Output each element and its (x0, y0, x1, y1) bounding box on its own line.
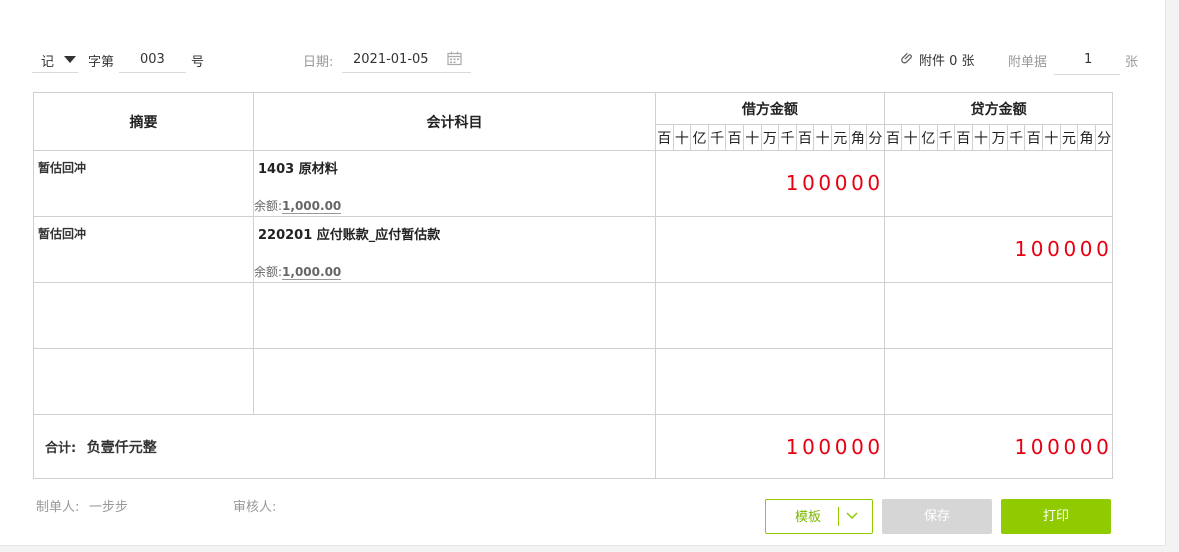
attached-docs-unit: 张 (1125, 55, 1139, 70)
credit-digit-5: 十 (971, 124, 991, 151)
debit-amount-cell[interactable] (655, 282, 885, 349)
debit-digit-9: 十 (813, 124, 832, 151)
attached-docs-input[interactable]: 1 (1054, 46, 1120, 75)
credit-digit-3: 千 (936, 124, 956, 151)
total-credit-cell: 100000 (883, 414, 1114, 479)
credit-digit-8: 百 (1024, 124, 1044, 151)
credit-digit-9: 十 (1042, 124, 1061, 151)
credit-digit-12: 分 (1094, 124, 1114, 151)
subject-cell[interactable] (253, 282, 656, 349)
subject-cell[interactable] (253, 348, 656, 415)
debit-digit-7: 千 (778, 124, 797, 151)
credit-digit-1: 十 (901, 124, 920, 151)
debit-digit-6: 万 (760, 124, 780, 151)
date-input[interactable]: 2021-01-05 (342, 44, 471, 73)
credit-header: 贷方金额 (883, 92, 1114, 125)
summary-header: 摘要 (33, 92, 254, 151)
subject-name: 1403 原材料 (258, 162, 338, 177)
table-row[interactable] (33, 282, 1114, 349)
debit-digit-11: 角 (848, 124, 868, 151)
total-cell: 合计: 负壹仟元整 (33, 414, 656, 479)
balance-label: 余额: (254, 265, 283, 279)
credit-amount-cell[interactable] (883, 150, 1114, 217)
summary-cell[interactable] (33, 348, 254, 415)
debit-amount-cell[interactable]: 100000 (655, 150, 885, 217)
subject-header: 会计科目 (253, 92, 656, 151)
credit-digit-0: 百 (883, 124, 903, 151)
voucher-type-select[interactable]: 记 (32, 44, 78, 73)
voucher-panel: 记 字第 003 号 日期: 2021-01-05 附件 0 张 附单据 1 张 (0, 0, 1166, 546)
attached-docs-count: 1 (1084, 52, 1093, 67)
credit-digit-10: 元 (1059, 124, 1079, 151)
debit-digit-4: 百 (725, 124, 744, 151)
number-suffix: 号 (191, 55, 205, 70)
debit-amount: 100000 (785, 171, 884, 195)
save-button[interactable]: 保存 (882, 499, 992, 534)
date-label: 日期: (303, 55, 334, 70)
credit-digit-6: 万 (989, 124, 1008, 151)
table-row[interactable] (33, 348, 1114, 415)
subject-name: 220201 应付账款_应付暂估款 (258, 228, 441, 243)
credit-digit-7: 千 (1006, 124, 1026, 151)
total-debit-cell: 100000 (655, 414, 885, 479)
voucher-table: 摘要 会计科目 借方金额 贷方金额 百十亿千百十万千百十元角分百十亿千百十万千百… (33, 92, 1114, 479)
debit-digit-8: 百 (795, 124, 815, 151)
print-button[interactable]: 打印 (1001, 499, 1111, 534)
credit-amount: 100000 (1014, 237, 1113, 261)
balance-label: 余额: (254, 199, 283, 213)
voucher-number-value: 003 (140, 52, 165, 67)
balance-text: 余额:1,000.00 (254, 197, 342, 214)
total-credit-amount: 100000 (1014, 435, 1113, 459)
template-button-label: 模板 (795, 510, 822, 525)
debit-digit-10: 元 (830, 124, 850, 151)
debit-amount-cell[interactable] (655, 216, 885, 283)
credit-amount-cell[interactable] (883, 348, 1114, 415)
debit-digit-2: 亿 (690, 124, 709, 151)
debit-amount-cell[interactable] (655, 348, 885, 415)
debit-digit-12: 分 (866, 124, 885, 151)
caret-down-icon (64, 56, 76, 63)
balance-value: 1,000.00 (282, 265, 342, 280)
subject-cell[interactable]: 1403 原材料 余额:1,000.00 (253, 150, 656, 217)
credit-digit-4: 百 (954, 124, 973, 151)
paperclip-icon (901, 52, 912, 64)
debit-digit-0: 百 (655, 124, 674, 151)
calendar-icon[interactable] (447, 51, 462, 66)
word-label: 字第 (88, 55, 115, 70)
subject-cell[interactable]: 220201 应付账款_应付暂估款 余额:1,000.00 (253, 216, 656, 283)
total-label: 合计: (45, 440, 77, 456)
summary-cell[interactable]: 暂估回冲 (33, 216, 254, 283)
maker-label: 制单人: (36, 500, 80, 515)
attached-docs-label: 附单据 (1008, 55, 1048, 70)
summary-cell[interactable] (33, 282, 254, 349)
voucher-type-value: 记 (41, 55, 55, 70)
debit-digit-5: 十 (742, 124, 762, 151)
template-divider (838, 507, 839, 526)
balance-text: 余额:1,000.00 (254, 263, 342, 280)
debit-digit-3: 千 (707, 124, 727, 151)
credit-digit-2: 亿 (918, 124, 938, 151)
table-row[interactable]: 暂估回冲 1403 原材料 余额:1,000.00 100000 (33, 150, 1114, 217)
voucher-number-input[interactable]: 003 (119, 44, 186, 73)
credit-digit-11: 角 (1077, 124, 1096, 151)
template-button[interactable]: 模板 (765, 499, 873, 534)
debit-digit-1: 十 (672, 124, 692, 151)
reviewer-label: 审核人: (233, 500, 277, 515)
debit-header: 借方金额 (655, 92, 885, 125)
total-words: 负壹仟元整 (86, 439, 157, 456)
credit-amount-cell[interactable]: 100000 (883, 216, 1114, 283)
table-row[interactable]: 暂估回冲 220201 应付账款_应付暂估款 余额:1,000.00 10000… (33, 216, 1114, 283)
chevron-down-icon[interactable] (846, 512, 858, 520)
date-value: 2021-01-05 (353, 52, 429, 67)
summary-cell[interactable]: 暂估回冲 (33, 150, 254, 217)
total-debit-amount: 100000 (785, 435, 884, 459)
total-row: 合计: 负壹仟元整 100000 100000 (33, 414, 1114, 479)
maker-name: 一步步 (89, 500, 129, 515)
credit-amount-cell[interactable] (883, 282, 1114, 349)
balance-value: 1,000.00 (282, 199, 342, 214)
attachment-label: 附件 0 张 (919, 54, 975, 69)
